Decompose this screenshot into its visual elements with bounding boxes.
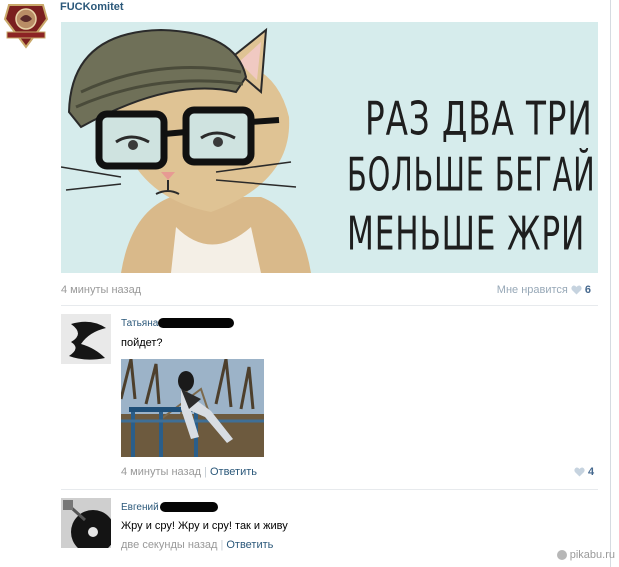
watermark-text: pikabu.ru bbox=[569, 549, 615, 561]
name-redaction bbox=[158, 318, 234, 328]
cat-illustration bbox=[61, 27, 311, 273]
name-redaction bbox=[160, 502, 218, 512]
post-like-button[interactable]: Мне нравится 6 bbox=[497, 284, 591, 296]
meme-line-2: БОЛЬШЕ БЕГАЙ bbox=[347, 148, 596, 202]
avatar-image bbox=[61, 314, 111, 364]
meme-line-3: МЕНЬШЕ ЖРИ bbox=[347, 207, 586, 261]
comment-avatar[interactable] bbox=[61, 498, 111, 548]
comment-text: Жру и сру! Жру и сру! так и живу bbox=[121, 520, 288, 532]
comment-avatar[interactable] bbox=[61, 314, 111, 364]
meta-separator: | bbox=[220, 539, 224, 551]
avatar-image bbox=[61, 498, 111, 548]
reply-button[interactable]: Ответить bbox=[226, 539, 273, 551]
comment-author-link[interactable]: Евгений bbox=[121, 502, 159, 513]
like-count: 6 bbox=[584, 284, 591, 296]
group-emblem-icon bbox=[3, 4, 49, 49]
comment-timestamp[interactable]: 4 минуты назад bbox=[121, 466, 201, 478]
like-label[interactable]: Мне нравится bbox=[497, 284, 568, 296]
page-border bbox=[610, 0, 611, 567]
watermark: pikabu.ru bbox=[556, 549, 615, 561]
comment-photo[interactable] bbox=[121, 359, 264, 457]
comment-meta: две секунды назад | Ответить bbox=[121, 539, 273, 551]
heart-icon[interactable] bbox=[574, 467, 585, 477]
divider bbox=[61, 489, 598, 490]
group-avatar[interactable] bbox=[1, 1, 51, 49]
heart-icon[interactable] bbox=[571, 285, 582, 295]
comment-text: пойдет? bbox=[121, 337, 163, 349]
reply-button[interactable]: Ответить bbox=[210, 466, 257, 478]
divider bbox=[61, 305, 598, 306]
meme-line-1: РАЗ ДВА ТРИ bbox=[365, 92, 593, 146]
comment-like-button[interactable]: 4 bbox=[574, 466, 594, 478]
comment-like-count: 4 bbox=[588, 466, 595, 478]
post-image[interactable]: РАЗ ДВА ТРИ БОЛЬШЕ БЕГАЙ МЕНЬШЕ ЖРИ bbox=[61, 22, 598, 273]
comment-meta: 4 минуты назад | Ответить bbox=[121, 466, 257, 478]
post-timestamp[interactable]: 4 минуты назад bbox=[61, 284, 141, 296]
group-name-link[interactable]: FUCKomitet bbox=[60, 1, 124, 13]
photo-image bbox=[121, 359, 264, 457]
pikabu-logo-icon bbox=[556, 550, 567, 560]
meta-separator: | bbox=[204, 466, 207, 478]
comment-timestamp[interactable]: две секунды назад bbox=[121, 539, 217, 551]
